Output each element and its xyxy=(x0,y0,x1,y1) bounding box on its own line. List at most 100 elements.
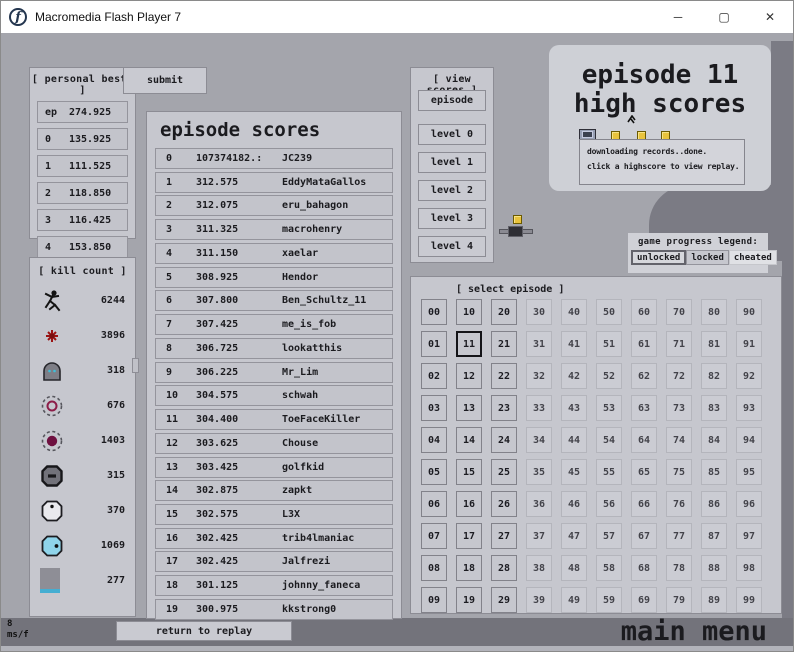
highscore-row[interactable]: 19 300.975 kkstrong0 xyxy=(155,598,393,620)
episode-cell-67[interactable]: 67 xyxy=(631,523,657,549)
episode-cell-82[interactable]: 82 xyxy=(701,363,727,389)
episode-cell-75[interactable]: 75 xyxy=(666,459,692,485)
highscore-row[interactable]: 2 312.075 eru_bahagon xyxy=(155,195,393,217)
episode-cell-54[interactable]: 54 xyxy=(596,427,622,453)
highscore-row[interactable]: 7 307.425 me_is_fob xyxy=(155,314,393,336)
episode-cell-86[interactable]: 86 xyxy=(701,491,727,517)
episode-cell-90[interactable]: 90 xyxy=(736,299,762,325)
main-menu-button[interactable]: main menu xyxy=(621,618,767,646)
episode-cell-20[interactable]: 20 xyxy=(491,299,517,325)
episode-cell-05[interactable]: 05 xyxy=(421,459,447,485)
panel-notch[interactable] xyxy=(132,358,139,373)
episode-cell-13[interactable]: 13 xyxy=(456,395,482,421)
episode-cell-68[interactable]: 68 xyxy=(631,555,657,581)
episode-cell-01[interactable]: 01 xyxy=(421,331,447,357)
episode-cell-89[interactable]: 89 xyxy=(701,587,727,613)
episode-cell-59[interactable]: 59 xyxy=(596,587,622,613)
episode-cell-73[interactable]: 73 xyxy=(666,395,692,421)
episode-cell-80[interactable]: 80 xyxy=(701,299,727,325)
episode-cell-14[interactable]: 14 xyxy=(456,427,482,453)
episode-cell-43[interactable]: 43 xyxy=(561,395,587,421)
highscore-row[interactable]: 1 312.575 EddyMataGallos xyxy=(155,171,393,193)
episode-cell-61[interactable]: 61 xyxy=(631,331,657,357)
episode-cell-21[interactable]: 21 xyxy=(491,331,517,357)
episode-cell-81[interactable]: 81 xyxy=(701,331,727,357)
episode-cell-34[interactable]: 34 xyxy=(526,427,552,453)
episode-cell-32[interactable]: 32 xyxy=(526,363,552,389)
episode-cell-12[interactable]: 12 xyxy=(456,363,482,389)
episode-cell-60[interactable]: 60 xyxy=(631,299,657,325)
episode-cell-42[interactable]: 42 xyxy=(561,363,587,389)
episode-cell-87[interactable]: 87 xyxy=(701,523,727,549)
episode-cell-03[interactable]: 03 xyxy=(421,395,447,421)
episode-cell-04[interactable]: 04 xyxy=(421,427,447,453)
view-level3-button[interactable]: level 3 xyxy=(418,208,486,229)
episode-cell-99[interactable]: 99 xyxy=(736,587,762,613)
episode-cell-49[interactable]: 49 xyxy=(561,587,587,613)
view-level1-button[interactable]: level 1 xyxy=(418,152,486,173)
episode-cell-66[interactable]: 66 xyxy=(631,491,657,517)
episode-cell-51[interactable]: 51 xyxy=(596,331,622,357)
episode-cell-23[interactable]: 23 xyxy=(491,395,517,421)
episode-cell-56[interactable]: 56 xyxy=(596,491,622,517)
episode-cell-26[interactable]: 26 xyxy=(491,491,517,517)
episode-cell-17[interactable]: 17 xyxy=(456,523,482,549)
episode-cell-92[interactable]: 92 xyxy=(736,363,762,389)
episode-cell-71[interactable]: 71 xyxy=(666,331,692,357)
episode-cell-45[interactable]: 45 xyxy=(561,459,587,485)
episode-cell-58[interactable]: 58 xyxy=(596,555,622,581)
episode-cell-93[interactable]: 93 xyxy=(736,395,762,421)
episode-cell-08[interactable]: 08 xyxy=(421,555,447,581)
episode-cell-76[interactable]: 76 xyxy=(666,491,692,517)
highscore-row[interactable]: 8 306.725 lookatthis xyxy=(155,337,393,359)
episode-cell-40[interactable]: 40 xyxy=(561,299,587,325)
episode-cell-19[interactable]: 19 xyxy=(456,587,482,613)
highscore-row[interactable]: 0 107374182.: JC239 xyxy=(155,148,393,169)
submit-button[interactable]: submit xyxy=(123,67,207,94)
highscore-row[interactable]: 5 308.925 Hendor xyxy=(155,266,393,288)
episode-cell-95[interactable]: 95 xyxy=(736,459,762,485)
highscore-row[interactable]: 16 302.425 trib4lmaniac xyxy=(155,527,393,549)
episode-cell-48[interactable]: 48 xyxy=(561,555,587,581)
highscore-row[interactable]: 18 301.125 johnny_faneca xyxy=(155,575,393,597)
view-level4-button[interactable]: level 4 xyxy=(418,236,486,257)
highscore-row[interactable]: 6 307.800 Ben_Schultz_11 xyxy=(155,290,393,312)
highscore-row[interactable]: 12 303.625 Chouse xyxy=(155,432,393,454)
episode-cell-06[interactable]: 06 xyxy=(421,491,447,517)
highscore-row[interactable]: 15 302.575 L3X xyxy=(155,504,393,526)
episode-cell-46[interactable]: 46 xyxy=(561,491,587,517)
highscore-row[interactable]: 11 304.400 ToeFaceKiller xyxy=(155,409,393,431)
episode-cell-91[interactable]: 91 xyxy=(736,331,762,357)
episode-cell-97[interactable]: 97 xyxy=(736,523,762,549)
highscore-row[interactable]: 14 302.875 zapkt xyxy=(155,480,393,502)
episode-cell-98[interactable]: 98 xyxy=(736,555,762,581)
highscore-row[interactable]: 13 303.425 golfkid xyxy=(155,456,393,478)
view-level2-button[interactable]: level 2 xyxy=(418,180,486,201)
minimize-button[interactable]: ─ xyxy=(655,1,701,33)
episode-cell-10[interactable]: 10 xyxy=(456,299,482,325)
highscore-row[interactable]: 10 304.575 schwah xyxy=(155,385,393,407)
close-button[interactable]: ✕ xyxy=(747,1,793,33)
episode-cell-88[interactable]: 88 xyxy=(701,555,727,581)
episode-cell-28[interactable]: 28 xyxy=(491,555,517,581)
episode-cell-00[interactable]: 00 xyxy=(421,299,447,325)
return-to-replay-button[interactable]: return to replay xyxy=(116,621,292,641)
episode-cell-77[interactable]: 77 xyxy=(666,523,692,549)
episode-cell-41[interactable]: 41 xyxy=(561,331,587,357)
episode-cell-27[interactable]: 27 xyxy=(491,523,517,549)
episode-cell-29[interactable]: 29 xyxy=(491,587,517,613)
episode-cell-50[interactable]: 50 xyxy=(596,299,622,325)
episode-cell-31[interactable]: 31 xyxy=(526,331,552,357)
episode-cell-78[interactable]: 78 xyxy=(666,555,692,581)
episode-cell-70[interactable]: 70 xyxy=(666,299,692,325)
episode-cell-37[interactable]: 37 xyxy=(526,523,552,549)
highscore-row[interactable]: 4 311.150 xaelar xyxy=(155,242,393,264)
episode-cell-85[interactable]: 85 xyxy=(701,459,727,485)
episode-cell-47[interactable]: 47 xyxy=(561,523,587,549)
episode-cell-25[interactable]: 25 xyxy=(491,459,517,485)
episode-cell-84[interactable]: 84 xyxy=(701,427,727,453)
episode-cell-30[interactable]: 30 xyxy=(526,299,552,325)
episode-cell-07[interactable]: 07 xyxy=(421,523,447,549)
episode-cell-11[interactable]: 11 xyxy=(456,331,482,357)
highscore-row[interactable]: 9 306.225 Mr_Lim xyxy=(155,361,393,383)
